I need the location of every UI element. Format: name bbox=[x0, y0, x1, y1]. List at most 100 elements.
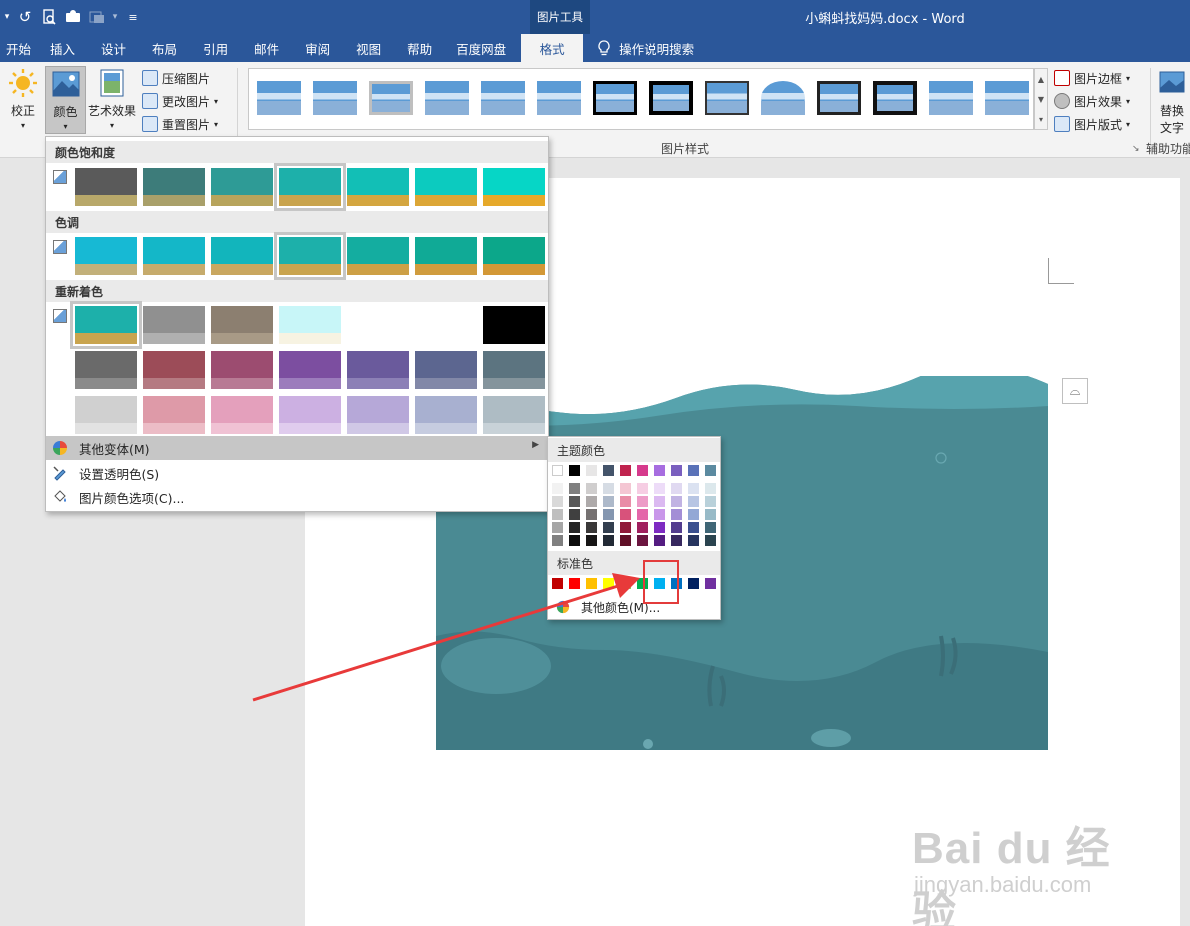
picture-style-option[interactable] bbox=[369, 81, 413, 115]
recolor-option[interactable] bbox=[143, 351, 205, 389]
picture-style-option[interactable] bbox=[761, 81, 805, 115]
theme-color-shade-swatch[interactable] bbox=[637, 483, 648, 494]
theme-color-shade-swatch[interactable] bbox=[620, 522, 631, 533]
recolor-option[interactable] bbox=[279, 306, 341, 344]
standard-color-swatch[interactable] bbox=[552, 578, 563, 589]
gallery-scroll[interactable]: ▲ ▼ ▾ bbox=[1034, 68, 1048, 130]
theme-color-shade-swatch[interactable] bbox=[671, 535, 682, 546]
theme-color-shade-swatch[interactable] bbox=[688, 522, 699, 533]
theme-color-shade-swatch[interactable] bbox=[586, 522, 597, 533]
theme-color-shade-swatch[interactable] bbox=[569, 483, 580, 494]
change-picture-button[interactable]: 更改图片 ▾ bbox=[142, 91, 218, 111]
picture-style-option[interactable] bbox=[481, 81, 525, 115]
tone-option[interactable] bbox=[211, 237, 273, 275]
theme-color-shade-swatch[interactable] bbox=[671, 522, 682, 533]
picture-style-option[interactable] bbox=[929, 81, 973, 115]
recolor-option[interactable] bbox=[415, 396, 477, 434]
standard-color-swatch[interactable] bbox=[586, 578, 597, 589]
saturation-option[interactable] bbox=[211, 168, 273, 206]
recolor-option[interactable] bbox=[70, 301, 142, 349]
recolor-option[interactable] bbox=[75, 351, 137, 389]
theme-color-swatch[interactable] bbox=[586, 465, 597, 476]
compress-pictures-button[interactable]: 压缩图片 bbox=[142, 68, 210, 88]
theme-color-shade-swatch[interactable] bbox=[603, 522, 614, 533]
theme-color-shade-swatch[interactable] bbox=[552, 496, 563, 507]
tab-view[interactable]: 视图 bbox=[343, 34, 394, 62]
saturation-option[interactable] bbox=[274, 163, 346, 211]
picture-style-option[interactable] bbox=[257, 81, 301, 115]
picture-style-option[interactable] bbox=[985, 81, 1029, 115]
reset-picture-button[interactable]: 重置图片 ▾ bbox=[142, 114, 218, 134]
theme-color-shade-swatch[interactable] bbox=[603, 535, 614, 546]
recolor-option[interactable] bbox=[211, 306, 273, 344]
theme-color-shade-swatch[interactable] bbox=[603, 496, 614, 507]
tab-review[interactable]: 审阅 bbox=[292, 34, 343, 62]
theme-color-shade-swatch[interactable] bbox=[552, 535, 563, 546]
recolor-option[interactable] bbox=[143, 306, 205, 344]
picture-effects-button[interactable]: 图片效果 ▾ bbox=[1054, 91, 1130, 111]
theme-color-shade-swatch[interactable] bbox=[569, 535, 580, 546]
theme-color-shade-swatch[interactable] bbox=[620, 535, 631, 546]
saturation-option[interactable] bbox=[75, 168, 137, 206]
undo-icon[interactable]: ↺ bbox=[14, 6, 36, 28]
theme-color-shade-swatch[interactable] bbox=[705, 496, 716, 507]
standard-color-swatch[interactable] bbox=[569, 578, 580, 589]
theme-color-shade-swatch[interactable] bbox=[671, 509, 682, 520]
picture-style-option[interactable] bbox=[593, 81, 637, 115]
saturation-option[interactable] bbox=[415, 168, 477, 206]
tab-baidu-netdisk[interactable]: 百度网盘 bbox=[445, 34, 517, 62]
recolor-option[interactable] bbox=[279, 396, 341, 434]
picture-color-options-menu-item[interactable]: 图片颜色选项(C)... bbox=[46, 485, 548, 509]
theme-color-shade-swatch[interactable] bbox=[586, 535, 597, 546]
theme-color-shade-swatch[interactable] bbox=[705, 483, 716, 494]
standard-color-swatch[interactable] bbox=[603, 578, 614, 589]
tone-option[interactable] bbox=[75, 237, 137, 275]
theme-color-shade-swatch[interactable] bbox=[620, 483, 631, 494]
more-variations-menu-item[interactable]: 其他变体(M) ▶ bbox=[46, 436, 548, 460]
theme-color-shade-swatch[interactable] bbox=[637, 522, 648, 533]
saturation-option[interactable] bbox=[483, 168, 545, 206]
more-icon[interactable]: ▾ bbox=[2, 6, 12, 28]
picture-layout-button[interactable]: 图片版式 ▾ bbox=[1054, 114, 1130, 134]
theme-color-shade-swatch[interactable] bbox=[688, 496, 699, 507]
theme-color-shade-swatch[interactable] bbox=[586, 509, 597, 520]
theme-color-swatch[interactable] bbox=[705, 465, 716, 476]
tone-option[interactable] bbox=[415, 237, 477, 275]
saturation-option[interactable] bbox=[347, 168, 409, 206]
standard-color-swatch[interactable] bbox=[620, 578, 631, 589]
tab-insert[interactable]: 插入 bbox=[37, 34, 88, 62]
theme-color-shade-swatch[interactable] bbox=[688, 535, 699, 546]
more-colors-menu-item[interactable]: 其他颜色(M)... bbox=[548, 597, 720, 617]
recolor-option[interactable] bbox=[483, 396, 545, 434]
tab-format[interactable]: 格式 bbox=[521, 34, 584, 62]
theme-color-shade-swatch[interactable] bbox=[637, 509, 648, 520]
theme-color-swatch[interactable] bbox=[620, 465, 631, 476]
theme-color-shade-swatch[interactable] bbox=[569, 522, 580, 533]
theme-color-swatch[interactable] bbox=[603, 465, 614, 476]
theme-color-shade-swatch[interactable] bbox=[603, 509, 614, 520]
theme-color-shade-swatch[interactable] bbox=[552, 509, 563, 520]
standard-color-swatch[interactable] bbox=[705, 578, 716, 589]
theme-color-shade-swatch[interactable] bbox=[637, 496, 648, 507]
recolor-option[interactable] bbox=[347, 351, 409, 389]
tab-mailings[interactable]: 邮件 bbox=[241, 34, 292, 62]
recolor-option[interactable] bbox=[75, 396, 137, 434]
standard-color-swatch[interactable] bbox=[688, 578, 699, 589]
theme-color-shade-swatch[interactable] bbox=[705, 535, 716, 546]
saturation-option[interactable] bbox=[143, 168, 205, 206]
theme-color-shade-swatch[interactable] bbox=[705, 522, 716, 533]
theme-color-shade-swatch[interactable] bbox=[705, 509, 716, 520]
theme-color-swatch[interactable] bbox=[688, 465, 699, 476]
recolor-option[interactable] bbox=[347, 306, 409, 344]
recolor-option[interactable] bbox=[415, 351, 477, 389]
color-button[interactable]: 颜色 ▾ bbox=[45, 66, 86, 134]
picture-style-option[interactable] bbox=[873, 81, 917, 115]
theme-color-shade-swatch[interactable] bbox=[671, 483, 682, 494]
theme-color-shade-swatch[interactable] bbox=[603, 483, 614, 494]
tell-me-search[interactable]: 操作说明搜索 bbox=[597, 39, 694, 58]
recolor-option[interactable] bbox=[211, 396, 273, 434]
recolor-option[interactable] bbox=[415, 306, 477, 344]
theme-color-shade-swatch[interactable] bbox=[586, 483, 597, 494]
tab-design[interactable]: 设计 bbox=[88, 34, 139, 62]
theme-color-swatch[interactable] bbox=[552, 465, 563, 476]
